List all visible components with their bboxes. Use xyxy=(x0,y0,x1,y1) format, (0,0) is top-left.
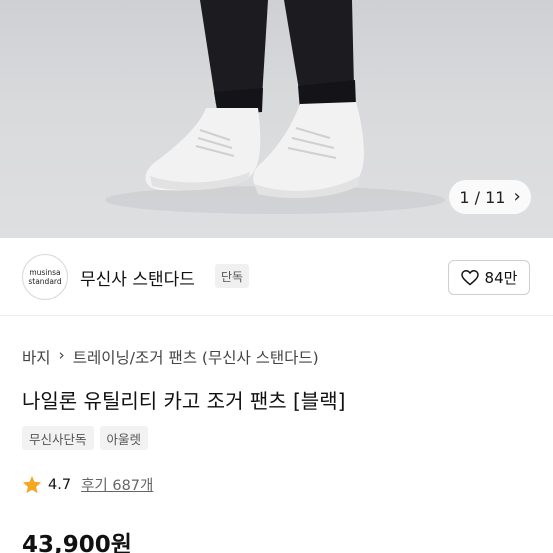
heart-icon xyxy=(460,269,479,286)
product-price: 43,900원 xyxy=(22,532,132,553)
star-icon xyxy=(22,475,42,494)
gallery-counter-text: 1 / 11 xyxy=(459,187,506,207)
product-tags: 무신사단독 아울렛 xyxy=(22,426,149,450)
tag-exclusive: 무신사단독 xyxy=(22,426,94,450)
exclusive-badge: 단독 xyxy=(215,264,250,288)
like-button[interactable]: 84만 xyxy=(448,260,530,295)
product-title: 나일론 유틸리티 카고 조거 팬츠 [블랙] xyxy=(22,389,346,413)
brand-row: musinsa standard 무신사 스탠다드 단독 84만 xyxy=(0,238,553,316)
chevron-right-icon: › xyxy=(513,186,521,207)
breadcrumb-category[interactable]: 바지 xyxy=(22,346,51,368)
product-image[interactable]: 1 / 11 › xyxy=(0,0,553,238)
like-count: 84만 xyxy=(484,269,518,287)
rating: 4.7 후기 687개 xyxy=(22,474,153,495)
brand-logo[interactable]: musinsa standard xyxy=(22,254,68,300)
brand-name[interactable]: 무신사 스탠다드 xyxy=(80,265,195,290)
review-link[interactable]: 후기 687개 xyxy=(81,474,153,495)
breadcrumb: 바지 › 트레이닝/조거 팬츠 (무신사 스탠다드) xyxy=(22,346,319,368)
tag-outlet: 아울렛 xyxy=(99,426,149,450)
rating-score: 4.7 xyxy=(48,476,72,493)
gallery-counter[interactable]: 1 / 11 › xyxy=(449,180,531,214)
breadcrumb-subcategory[interactable]: 트레이닝/조거 팬츠 (무신사 스탠다드) xyxy=(73,346,319,368)
chevron-right-icon: › xyxy=(58,346,65,364)
